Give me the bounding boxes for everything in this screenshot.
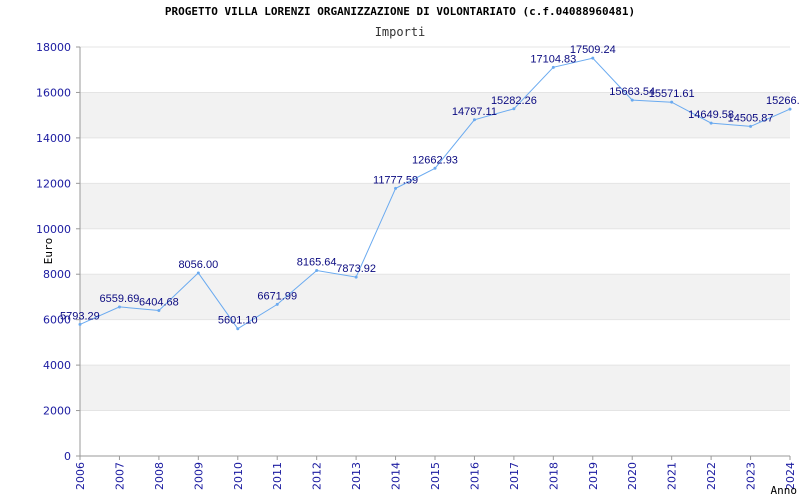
data-label: 15266.73 (766, 95, 800, 107)
data-point (78, 322, 82, 326)
data-point (788, 107, 792, 111)
data-point (275, 302, 279, 306)
grid-band (80, 274, 790, 320)
x-tick-label: 2018 (547, 462, 560, 490)
y-tick-label: 0 (64, 450, 71, 463)
data-label: 17509.24 (570, 44, 616, 56)
data-label: 8165.64 (297, 256, 337, 268)
data-point (630, 98, 634, 102)
data-point (512, 107, 516, 111)
data-point (236, 327, 240, 331)
x-tick-label: 2014 (390, 462, 403, 490)
data-point (709, 121, 713, 125)
data-point (394, 186, 398, 190)
data-point (749, 124, 753, 128)
y-tick-label: 18000 (36, 41, 71, 54)
data-label: 6559.69 (100, 293, 140, 305)
x-tick-label: 2016 (468, 462, 481, 490)
data-label: 12662.93 (412, 154, 458, 166)
data-label: 15571.61 (649, 88, 695, 100)
data-point (433, 166, 437, 170)
x-tick-label: 2015 (429, 462, 442, 490)
data-label: 11777.59 (373, 174, 418, 186)
y-tick-label: 8000 (43, 268, 71, 281)
data-label: 5601.10 (218, 315, 258, 327)
data-point (551, 65, 555, 69)
y-tick-label: 4000 (43, 359, 71, 372)
y-tick-label: 14000 (36, 132, 71, 145)
data-label: 5793.29 (60, 310, 100, 322)
y-tick-label: 12000 (36, 177, 71, 190)
data-label: 6404.68 (139, 296, 179, 308)
data-point (196, 271, 200, 275)
x-tick-label: 2020 (626, 462, 639, 490)
x-tick-label: 2007 (113, 462, 126, 490)
x-tick-label: 2008 (153, 462, 166, 490)
data-point (670, 100, 674, 104)
x-tick-label: 2006 (74, 462, 87, 490)
data-label: 6671.99 (257, 290, 297, 302)
data-label: 7873.92 (336, 263, 376, 275)
grid-band (80, 183, 790, 229)
x-axis-label: Anno (771, 484, 798, 497)
line-chart: 0200040006000800010000120001400016000180… (36, 41, 800, 497)
data-label: 8056.00 (178, 259, 218, 271)
x-tick-label: 2013 (350, 462, 363, 490)
x-tick-label: 2012 (311, 462, 324, 490)
data-point (157, 308, 161, 312)
x-tick-label: 2023 (745, 462, 758, 490)
x-tick-label: 2019 (587, 462, 600, 490)
x-tick-label: 2010 (232, 462, 245, 490)
x-tick-label: 2009 (192, 462, 205, 490)
data-point (591, 56, 595, 60)
x-tick-label: 2022 (705, 462, 718, 490)
data-point (472, 118, 476, 122)
data-point (117, 305, 121, 309)
grid-band (80, 365, 790, 411)
y-tick-label: 10000 (36, 223, 71, 236)
data-point (315, 268, 319, 272)
x-tick-label: 2011 (271, 462, 284, 490)
data-label: 15282.26 (491, 95, 537, 107)
y-tick-label: 2000 (43, 405, 71, 418)
x-tick-label: 2021 (666, 462, 679, 490)
data-label: 14505.87 (728, 112, 774, 124)
y-axis-label: Euro (42, 238, 55, 265)
data-label: 14797.11 (452, 106, 497, 118)
data-point (354, 275, 358, 279)
x-tick-label: 2017 (508, 462, 521, 490)
y-tick-label: 16000 (36, 86, 71, 99)
